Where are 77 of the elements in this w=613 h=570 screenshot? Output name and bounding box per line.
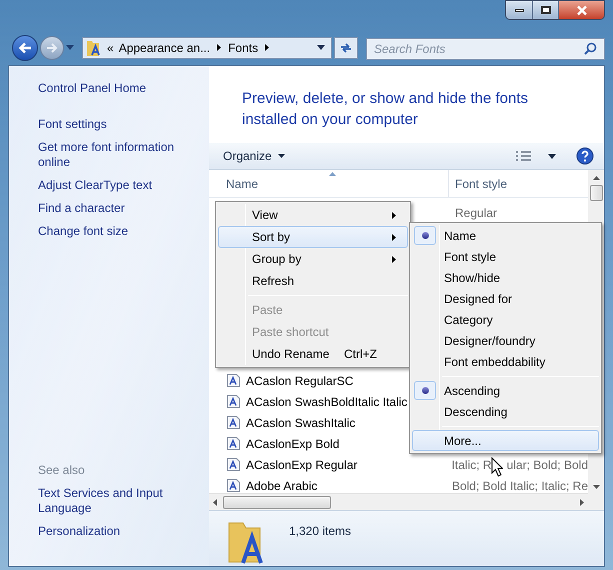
menu-item[interactable]: Group by (218, 248, 408, 270)
font-name[interactable]: ACaslon SwashBoldItalic Italic (246, 392, 408, 410)
font-file-icon (226, 478, 241, 493)
history-dropdown-icon[interactable] (66, 45, 74, 50)
font-name[interactable]: ACaslon SwashItalic (246, 414, 356, 432)
menu-item[interactable]: More... (412, 430, 599, 451)
refresh-icon (339, 42, 353, 54)
font-style-value: ular; Bold; Bold (506, 456, 588, 474)
address-dropdown-icon[interactable] (317, 45, 325, 50)
menu-item[interactable]: Font embeddability (412, 351, 599, 372)
menu-item[interactable]: Descending (412, 401, 599, 422)
overflow-chevron[interactable]: « (107, 38, 114, 56)
font-style-value: Bold; Bold Italic; Italic; Re (452, 478, 588, 493)
font-file-icon (226, 436, 241, 451)
sidebar-link[interactable]: Change font size (38, 224, 209, 239)
font-file-icon (226, 394, 241, 409)
menu-item[interactable]: Category (412, 309, 599, 330)
sidebar-link[interactable]: Font settings (38, 117, 209, 132)
maximize-button[interactable] (533, 1, 559, 19)
menu-item[interactable]: Name (412, 225, 599, 246)
forward-arrow-icon (46, 42, 58, 52)
scroll-thumb[interactable] (590, 185, 602, 201)
sidebar-link[interactable]: Text Services and Input Language (38, 486, 209, 516)
font-name[interactable]: ACaslonExp Regular (246, 456, 358, 474)
search-icon[interactable] (584, 42, 597, 54)
menu-item[interactable]: Sort by (218, 226, 408, 248)
column-header[interactable]: Font style (449, 170, 588, 197)
organize-button[interactable]: Organize (217, 147, 291, 165)
search-field[interactable]: Search Fonts (366, 38, 605, 60)
view-list-icon[interactable] (516, 150, 532, 162)
back-arrow-icon (18, 42, 32, 54)
scroll-up-icon[interactable] (592, 176, 600, 180)
font-file-icon (226, 415, 241, 430)
breadcrumb[interactable]: Fonts (228, 38, 258, 56)
font-style-value: Regular (455, 204, 498, 222)
close-button[interactable] (559, 1, 604, 19)
menu-item[interactable]: Show/hide (412, 267, 599, 288)
sidebar-link[interactable]: Get more font information online (38, 140, 209, 170)
breadcrumb-arrow-icon[interactable] (265, 44, 270, 51)
minimize-button[interactable] (506, 1, 533, 19)
view-dropdown-icon[interactable] (548, 154, 556, 158)
mouse-pointer-icon (491, 457, 503, 477)
back-button[interactable] (12, 34, 38, 60)
help-icon[interactable] (576, 147, 594, 165)
caret-icon (278, 154, 285, 158)
menu-item[interactable]: Font style (412, 246, 599, 267)
sidebar-link[interactable]: Find a character (38, 201, 209, 216)
menu-item[interactable]: Ascending (412, 380, 599, 401)
font-file-icon (226, 457, 241, 472)
column-header[interactable]: Name (209, 170, 449, 197)
sidebar-link[interactable]: Control Panel Home (38, 81, 209, 96)
breadcrumb[interactable]: Appearance an... (118, 38, 210, 56)
menu-item[interactable]: Refresh (218, 270, 408, 292)
font-name[interactable]: ACaslonExp Bold (246, 434, 340, 452)
item-count: 1,320 items (289, 523, 352, 540)
menu-item[interactable]: Undo Rename Ctrl+Z (218, 343, 408, 365)
menu-item[interactable]: Designed for (412, 288, 599, 309)
font-name[interactable]: ACaslon RegularSC (246, 372, 354, 390)
sidebar-link[interactable]: Adjust ClearType text (38, 178, 209, 193)
breadcrumb-arrow-icon[interactable] (217, 44, 222, 51)
page-heading: Preview, delete, or show and hide the fonts installed on your computer (242, 89, 530, 130)
font-style-value: Italic; R (452, 456, 492, 474)
scroll-thumb[interactable] (223, 496, 331, 508)
menu-item[interactable]: Designer/foundry (412, 330, 599, 351)
menu-item[interactable]: View (218, 204, 408, 226)
font-name[interactable]: Adobe Arabic (246, 476, 318, 493)
horizontal-scrollbar[interactable] (209, 493, 588, 510)
folder-font-icon (86, 38, 102, 56)
scroll-down-icon[interactable] (592, 485, 600, 489)
scroll-left-icon[interactable] (213, 498, 217, 506)
see-also-heading: See also (38, 463, 86, 478)
refresh-button[interactable] (334, 36, 358, 58)
sidebar-link[interactable]: Personalization (38, 524, 209, 539)
font-file-icon (226, 373, 241, 388)
close-icon (576, 4, 588, 16)
scroll-right-icon[interactable] (580, 498, 584, 506)
address-field[interactable]: « Appearance an... Fonts (82, 36, 332, 58)
